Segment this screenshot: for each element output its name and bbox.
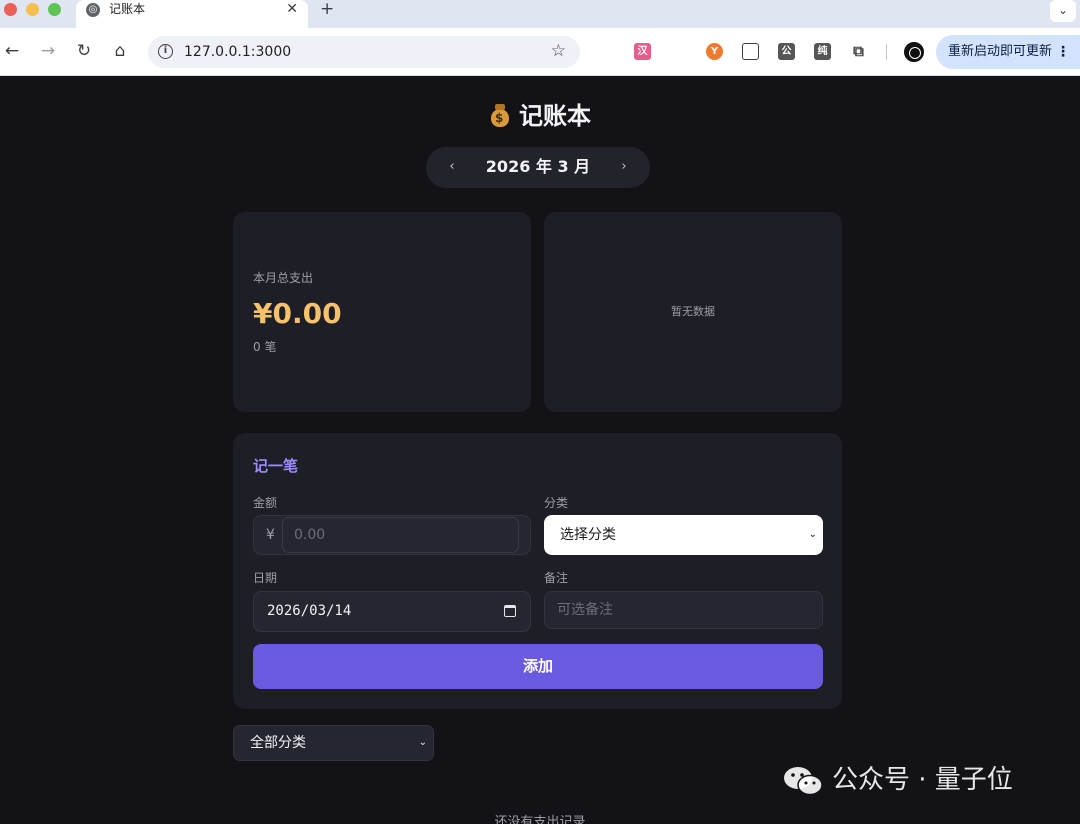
total-label: 本月总支出: [253, 271, 314, 285]
minimize-window-button[interactable]: [26, 3, 39, 16]
menu-dots-icon[interactable]: ⋮: [1056, 35, 1070, 69]
calendar-icon[interactable]: [504, 605, 516, 617]
page-title: 记账本: [0, 100, 1080, 132]
maximize-window-button[interactable]: [48, 3, 61, 16]
browser-tab-bar: ◎ 记账本 ✕ + ⌄: [0, 0, 1080, 28]
tab-search-chevron-icon[interactable]: ⌄: [1050, 0, 1076, 22]
currency-sign: ¥: [266, 527, 275, 543]
category-filter-select[interactable]: 全部分类 ⌄: [233, 725, 434, 761]
month-selector: ‹ 2026 年 3 月 ›: [426, 147, 650, 188]
translate-extension-icon[interactable]: 汉: [634, 43, 651, 60]
site-info-icon[interactable]: i: [158, 44, 173, 59]
record-count: 0 笔: [253, 340, 277, 354]
money-bag-icon: [489, 103, 511, 127]
extension-icon-y[interactable]: Y: [706, 43, 723, 60]
new-tab-button[interactable]: +: [320, 0, 334, 18]
chart-empty-text: 暂无数据: [671, 305, 715, 318]
globe-icon: ◎: [86, 3, 100, 17]
forward-arrow-icon[interactable]: →: [37, 40, 59, 62]
category-selected-value: 选择分类: [560, 527, 616, 543]
tab-close-button[interactable]: ✕: [286, 0, 298, 18]
puzzle-extensions-icon[interactable]: ⧉: [850, 43, 867, 60]
back-arrow-icon[interactable]: ←: [1, 40, 23, 62]
date-label: 日期: [253, 571, 278, 585]
bookmark-star-icon[interactable]: ☆: [551, 41, 566, 61]
browser-toolbar: ← → ↻ ⌂ i 127.0.0.1:3000 ☆ 汉 Y 公 纯 ⧉ 重新启…: [0, 28, 1080, 76]
amount-input[interactable]: [282, 517, 519, 553]
add-button[interactable]: 添加: [253, 644, 823, 689]
wechat-icon: [784, 767, 823, 796]
empty-list-message: 还没有支出记录: [494, 815, 586, 824]
url-text[interactable]: 127.0.0.1:3000: [184, 43, 291, 61]
total-amount: ¥0.00: [253, 297, 342, 330]
profile-avatar[interactable]: [904, 42, 924, 62]
date-input[interactable]: 2026/03/14: [253, 591, 531, 632]
category-select[interactable]: 选择分类 ⌄: [544, 515, 823, 555]
reload-icon[interactable]: ↻: [73, 40, 95, 62]
close-window-button[interactable]: [4, 3, 17, 16]
amount-label: 金额: [253, 496, 278, 510]
tab-title: 记账本: [109, 2, 146, 16]
category-label: 分类: [544, 496, 569, 510]
update-label: 重新启动即可更新: [948, 44, 1053, 59]
category-chart-card: 暂无数据: [544, 212, 842, 412]
amount-field-wrapper: ¥: [253, 515, 531, 555]
date-value: 2026/03/14: [267, 603, 352, 619]
next-month-button[interactable]: ›: [614, 157, 634, 177]
monthly-total-card: 本月总支出 ¥0.00 0 笔: [233, 212, 531, 412]
watermark: 公众号 · 量子位: [780, 760, 1060, 800]
shield-extension-icon[interactable]: [670, 43, 687, 60]
gongzhonghao-extension-icon[interactable]: 公: [778, 43, 795, 60]
browser-tab[interactable]: ◎ 记账本 ✕: [76, 0, 308, 28]
address-bar[interactable]: i 127.0.0.1:3000 ☆: [148, 36, 580, 68]
home-icon[interactable]: ⌂: [109, 40, 131, 62]
form-title: 记一笔: [253, 457, 299, 475]
watermark-text: 公众号 · 量子位: [832, 765, 1013, 795]
chun-extension-icon[interactable]: 纯: [814, 43, 831, 60]
reader-extension-icon[interactable]: [742, 43, 759, 60]
chevron-down-icon: ⌄: [808, 529, 817, 540]
page-title-text: 记账本: [519, 102, 591, 130]
relaunch-update-button[interactable]: 重新启动即可更新 ⋮: [936, 35, 1080, 69]
extension-icon-1[interactable]: [598, 43, 615, 60]
filter-selected-value: 全部分类: [250, 735, 306, 751]
note-label: 备注: [544, 571, 569, 585]
chevron-down-icon: ⌄: [418, 737, 427, 748]
note-input[interactable]: [544, 591, 823, 629]
toolbar-divider: [886, 44, 887, 60]
add-expense-form: 记一笔 金额 ¥ 分类 选择分类 ⌄ 日期 2026/03/14 备注 添加: [233, 433, 842, 709]
